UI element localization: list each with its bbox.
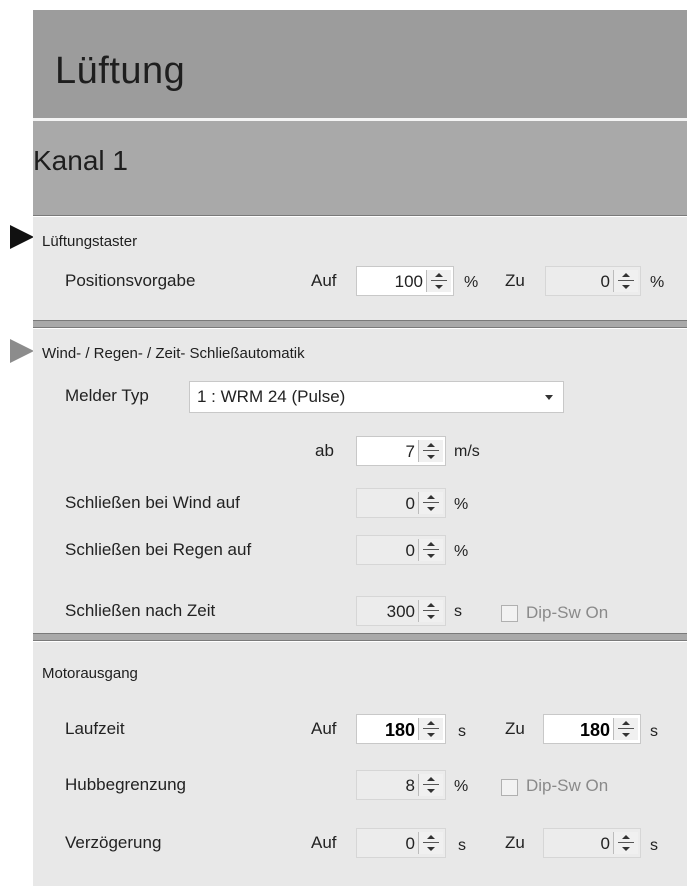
dip-switch-label: Dip-Sw On <box>526 776 609 795</box>
stepper-arrows-icon[interactable] <box>418 539 443 561</box>
select-value: 1 : WRM 24 (Pulse) <box>197 387 346 406</box>
stepper-arrows-icon[interactable] <box>418 774 443 796</box>
melder-typ-label: Melder Typ <box>65 386 149 405</box>
hubbegrenzung-label: Hubbegrenzung <box>65 775 186 794</box>
regen-close-stepper[interactable]: 0 <box>356 535 446 565</box>
page-title: Lüftung <box>55 50 186 92</box>
regen-label: Schließen bei Regen auf <box>65 540 252 559</box>
stepper-value: 180 <box>579 720 610 740</box>
percent-unit: % <box>464 274 479 291</box>
stepper-arrows-icon[interactable] <box>418 718 443 740</box>
wind-label: Schließen bei Wind auf <box>65 493 240 512</box>
stepper-arrows-icon[interactable] <box>613 718 638 740</box>
hubbegrenzung-stepper[interactable]: 8 <box>356 770 446 800</box>
wind-speed-stepper[interactable]: 7 <box>356 436 446 466</box>
section-motorausgang[interactable]: Motorausgang Laufzeit Auf 180 s Zu 180 s… <box>33 640 687 886</box>
stepper-arrows-icon[interactable] <box>418 600 443 622</box>
stepper-value: 0 <box>405 834 415 853</box>
stepper-arrows-icon[interactable] <box>426 270 451 292</box>
dip-switch-label: Dip-Sw On <box>526 603 609 622</box>
seconds-unit: s <box>458 723 466 740</box>
section-schliessautomatik[interactable]: Wind- / Regen- / Zeit- Schließautomatik … <box>33 327 687 633</box>
verzoegerung-zu-stepper[interactable]: 0 <box>543 828 641 858</box>
section-separator <box>33 320 687 327</box>
zu-label: Zu <box>505 833 525 852</box>
percent-unit: % <box>454 496 469 513</box>
zu-position-stepper[interactable]: 0 <box>545 266 641 296</box>
melder-typ-select[interactable]: 1 : WRM 24 (Pulse) <box>189 381 564 413</box>
auf-label: Auf <box>311 719 337 738</box>
chevron-down-icon[interactable] <box>545 395 553 400</box>
stepper-value: 0 <box>600 272 610 291</box>
stepper-value: 300 <box>386 602 415 621</box>
dip-switch-checkbox[interactable] <box>501 605 518 622</box>
section-pointer-icon <box>10 339 34 363</box>
section-title: Wind- / Regen- / Zeit- Schließautomatik <box>42 345 305 362</box>
laufzeit-label: Laufzeit <box>65 719 125 738</box>
laufzeit-auf-stepper[interactable]: 180 <box>356 714 446 744</box>
page-header: Lüftung <box>33 10 687 118</box>
seconds-unit: s <box>454 603 462 620</box>
percent-unit: % <box>454 778 469 795</box>
seconds-unit: s <box>650 723 658 740</box>
auf-position-stepper[interactable]: 100 <box>356 266 454 296</box>
positionsvorgabe-label: Positionsvorgabe <box>65 271 196 290</box>
settings-panel: Lüftung Kanal 1 Lüftungstaster Positions… <box>33 10 687 886</box>
zu-label: Zu <box>505 271 525 290</box>
verzoegerung-auf-stepper[interactable]: 0 <box>356 828 446 858</box>
seconds-unit: s <box>650 837 658 854</box>
wind-close-stepper[interactable]: 0 <box>356 488 446 518</box>
active-section-pointer-icon <box>10 225 34 249</box>
stepper-value: 180 <box>384 720 415 740</box>
stepper-value: 8 <box>405 776 415 795</box>
section-title: Motorausgang <box>42 665 138 682</box>
channel-title: Kanal 1 <box>33 145 128 176</box>
zeit-label: Schließen nach Zeit <box>65 601 216 620</box>
stepper-arrows-icon[interactable] <box>418 832 443 854</box>
stepper-value: 0 <box>405 541 415 560</box>
section-luftungstaster[interactable]: Lüftungstaster Positionsvorgabe Auf 100 … <box>33 215 687 320</box>
laufzeit-zu-stepper[interactable]: 180 <box>543 714 641 744</box>
auf-label: Auf <box>311 833 337 852</box>
section-title: Lüftungstaster <box>42 233 138 250</box>
stepper-value: 0 <box>405 494 415 513</box>
percent-unit: % <box>454 543 469 560</box>
dip-switch-checkbox[interactable] <box>501 779 518 796</box>
stepper-arrows-icon[interactable] <box>613 832 638 854</box>
channel-header: Kanal 1 <box>33 121 687 215</box>
stepper-arrows-icon[interactable] <box>418 440 443 462</box>
stepper-value: 7 <box>405 442 415 461</box>
verzoegerung-label: Verzögerung <box>65 833 162 852</box>
section-separator <box>33 633 687 640</box>
wind-speed-unit: m/s <box>454 443 480 460</box>
seconds-unit: s <box>458 837 466 854</box>
stepper-arrows-icon[interactable] <box>613 270 638 292</box>
stepper-value: 0 <box>600 834 610 853</box>
stepper-value: 100 <box>394 272 423 291</box>
auf-label: Auf <box>311 271 337 290</box>
ab-label: ab <box>315 441 334 460</box>
zeit-close-stepper[interactable]: 300 <box>356 596 446 626</box>
stepper-arrows-icon[interactable] <box>418 492 443 514</box>
zu-label: Zu <box>505 719 525 738</box>
percent-unit: % <box>650 274 665 291</box>
